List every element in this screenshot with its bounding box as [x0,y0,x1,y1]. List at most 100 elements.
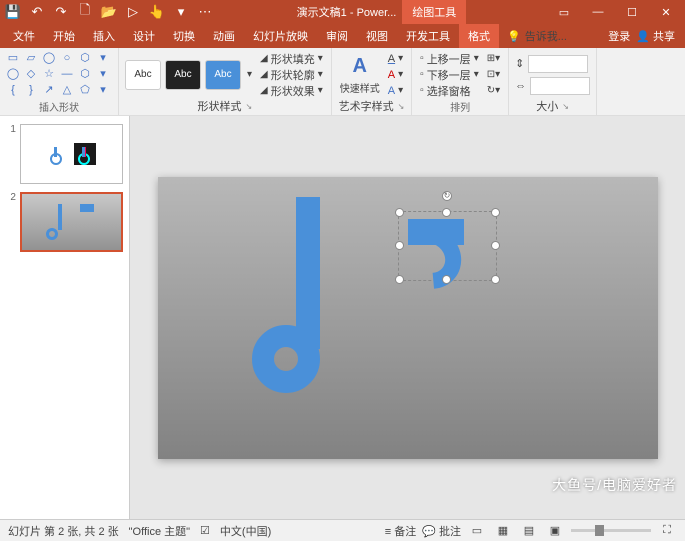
shape-styles-dialog-launcher[interactable]: ↘ [246,102,253,111]
language-button[interactable]: 中文(中国) [220,523,271,539]
group-label-wordart-styles: 艺术字样式 [339,98,394,114]
group-label-size: 大小 [536,98,558,114]
reading-view-button[interactable]: ▤ [519,522,539,540]
tab-design[interactable]: 设计 [124,24,164,48]
style-preset-3[interactable]: Abc [205,60,241,90]
shape-width-input[interactable] [530,77,590,95]
send-backward-button[interactable]: ▫ 下移一层 ▾ [418,68,481,82]
style-preset-1[interactable]: Abc [125,60,161,90]
slide-canvas-area[interactable]: ↻ 大鱼号/电脑爱好者 [130,116,685,519]
tab-file[interactable]: 文件 [4,24,44,48]
workspace: 1 2 ↻ [0,116,685,519]
shape-height-input[interactable] [528,55,588,73]
wordart-quick-styles-icon[interactable]: A [353,55,367,78]
tab-view[interactable]: 视图 [357,24,397,48]
zoom-slider[interactable] [571,529,651,532]
tell-me-search[interactable]: 💡 告诉我... [499,28,602,44]
gallery-more-button[interactable]: ▾ [245,68,254,82]
group-size: ⇕ ⇔ 大小 ↘ [509,48,597,115]
selected-shape[interactable]: ↻ [400,213,495,279]
slideshow-view-button[interactable]: ▣ [545,522,565,540]
undo-button[interactable]: ↶ [26,1,48,23]
normal-view-button[interactable]: ▭ [467,522,487,540]
rotate-button[interactable]: ↻▾ [485,84,502,98]
share-button[interactable]: 👤 共享 [636,28,675,44]
size-dialog-launcher[interactable]: ↘ [562,102,569,111]
text-fill-button[interactable]: A ▾ [386,52,405,66]
from-beginning-button[interactable]: ▷ [122,1,144,23]
resize-handle[interactable] [491,241,500,250]
resize-handle[interactable] [395,208,404,217]
width-icon: ⇔ [515,80,526,92]
slide-number: 1 [6,124,16,184]
sorter-view-button[interactable]: ▦ [493,522,513,540]
slide-thumbnail-2[interactable] [20,192,123,252]
shape-fill-button[interactable]: ◢ 形状填充 ▾ [258,52,325,66]
resize-handle[interactable] [395,241,404,250]
comments-button[interactable]: 💬 批注 [422,523,461,539]
group-label-insert-shapes: 插入形状 [6,99,112,113]
notes-button[interactable]: ≡ 备注 [385,523,416,539]
tab-developer[interactable]: 开发工具 [397,24,459,48]
align-button[interactable]: ⊞▾ [485,52,502,66]
touch-mode-button[interactable]: 👆 [146,1,168,23]
group-label-shape-styles: 形状样式 [198,98,242,114]
spellcheck-icon[interactable]: ☑ [200,524,210,537]
text-effects-button[interactable]: A ▾ [386,84,405,98]
style-preset-2[interactable]: Abc [165,60,201,90]
maximize-button[interactable]: ☐ [615,0,649,24]
statusbar: 幻灯片 第 2 张, 共 2 张 "Office 主题" ☑ 中文(中国) ≡ … [0,519,685,541]
style-gallery[interactable]: Abc Abc Abc ▾ [125,60,254,90]
group-arrange: ▫ 上移一层 ▾ ▫ 下移一层 ▾ ▫ 选择窗格 ⊞▾ ⊡▾ ↻▾ 排列 [412,48,509,115]
tab-review[interactable]: 审阅 [317,24,357,48]
shape-effects-button[interactable]: ◢ 形状效果 ▾ [258,84,325,98]
group-shape-styles: Abc Abc Abc ▾ ◢ 形状填充 ▾ ◢ 形状轮廓 ▾ ◢ 形状效果 ▾… [119,48,332,115]
resize-handle[interactable] [491,208,500,217]
open-button[interactable]: 📂 [98,1,120,23]
group-insert-shapes: ▭▱◯○⬡▾ ◯◇☆—⬡▾ {}↗△⬠▾ 插入形状 [0,48,119,115]
slide-number: 2 [6,192,16,252]
new-button[interactable]: 🗋 [74,1,96,23]
tab-slideshow[interactable]: 幻灯片放映 [244,24,317,48]
slide-thumbnail-1[interactable] [20,124,123,184]
tab-home[interactable]: 开始 [44,24,84,48]
resize-handle[interactable] [395,275,404,284]
tab-insert[interactable]: 插入 [84,24,124,48]
rotate-handle[interactable]: ↻ [442,191,452,201]
account-area: 登录 👤 共享 [602,28,681,44]
shape-outline-button[interactable]: ◢ 形状轮廓 ▾ [258,68,325,82]
window-controls: ▭ — ☐ ✕ [547,0,683,24]
titlebar: 💾 ↶ ↷ 🗋 📂 ▷ 👆 ▾ ⋯ 演示文稿1 - Power... 绘图工具 … [0,0,685,24]
redo-button[interactable]: ↷ [50,1,72,23]
ribbon-tabs: 文件 开始 插入 设计 切换 动画 幻灯片放映 审阅 视图 开发工具 格式 💡 … [0,24,685,48]
shape-text-icon[interactable]: ▭ [6,52,20,64]
slide[interactable]: ↻ [158,177,658,459]
wordart-dialog-launcher[interactable]: ↘ [398,102,405,111]
slide-thumbnail-panel[interactable]: 1 2 [0,116,130,519]
tab-animations[interactable]: 动画 [204,24,244,48]
resize-handle[interactable] [442,208,451,217]
shapes-gallery[interactable]: ▭▱◯○⬡▾ ◯◇☆—⬡▾ {}↗△⬠▾ [6,52,112,98]
watermark: 大鱼号/电脑爱好者 [552,475,677,495]
minimize-button[interactable]: — [581,0,615,24]
bring-forward-button[interactable]: ▫ 上移一层 ▾ [418,52,481,66]
resize-handle[interactable] [442,275,451,284]
height-icon: ⇕ [515,57,524,70]
resize-handle[interactable] [491,275,500,284]
fit-to-window-button[interactable]: ⛶ [657,522,677,540]
wordart-quick-styles-button[interactable]: 快速样式 [338,80,382,94]
close-button[interactable]: ✕ [649,0,683,24]
text-outline-button[interactable]: A ▾ [386,68,405,82]
signin-button[interactable]: 登录 [608,28,630,44]
qat-custom-button[interactable]: ▾ [170,1,192,23]
save-button[interactable]: 💾 [2,1,24,23]
tab-transitions[interactable]: 切换 [164,24,204,48]
ribbon-options-button[interactable]: ▭ [547,0,581,24]
selection-pane-button[interactable]: ▫ 选择窗格 [418,84,481,98]
group-button[interactable]: ⊡▾ [485,68,502,82]
tab-format[interactable]: 格式 [459,24,499,48]
qat-more-button[interactable]: ⋯ [194,1,216,23]
group-wordart-styles: A 快速样式 A ▾ A ▾ A ▾ 艺术字样式 ↘ [332,48,412,115]
slide-counter[interactable]: 幻灯片 第 2 张, 共 2 张 [8,523,119,539]
music-note-shape[interactable] [296,197,320,349]
